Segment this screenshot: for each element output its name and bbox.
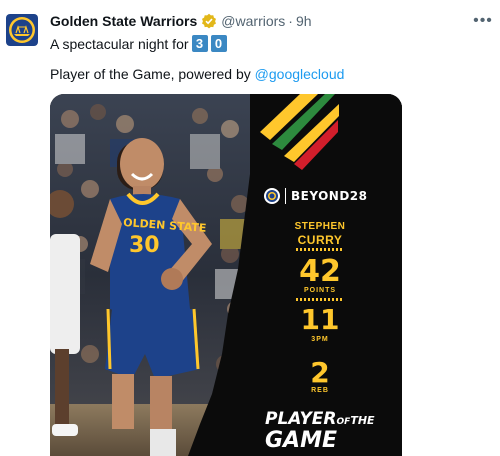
- tweet-text-line1: A spectacular night for 3 0: [50, 35, 227, 52]
- verified-badge-icon: [201, 13, 217, 29]
- potg-of: OF: [336, 417, 351, 427]
- brand-divider: [285, 188, 286, 204]
- potg-title-line2: GAME: [265, 428, 338, 453]
- more-options-icon[interactable]: •••: [473, 12, 492, 30]
- threes-label: 3PM: [311, 336, 329, 343]
- rebounds-label: REB: [311, 387, 329, 394]
- divider-dots: [296, 298, 344, 301]
- avatar[interactable]: [6, 14, 38, 46]
- tweet-media[interactable]: OLDEN STATE 30 BEYOND28 STEPHEN CURRY 42…: [50, 94, 402, 456]
- player-last-name: CURRY: [297, 233, 343, 247]
- warriors-small-logo-icon: [264, 188, 280, 204]
- potg-title-line1: PLAYEROFTHE: [265, 409, 375, 429]
- tweet-header: Golden State Warriors @warriors · 9h: [50, 13, 312, 29]
- tweet[interactable]: Golden State Warriors @warriors · 9h •••…: [0, 0, 500, 456]
- points-label: POINTS: [303, 287, 337, 294]
- rebounds-value: 2: [310, 356, 330, 389]
- potg-player: PLAYER: [265, 409, 337, 429]
- handle[interactable]: @warriors: [221, 13, 285, 29]
- warriors-logo-icon: [9, 17, 35, 43]
- threes-value: 11: [300, 303, 340, 336]
- brand-text: BEYOND28: [291, 189, 368, 203]
- tweet-text-line2: Player of the Game, powered by @googlecl…: [50, 66, 344, 82]
- keycap-digit-3: 3: [191, 35, 208, 52]
- potg-the: THE: [350, 414, 375, 427]
- brand-lockup: BEYOND28: [264, 188, 368, 204]
- timestamp[interactable]: 9h: [296, 13, 312, 29]
- divider-dots: [296, 248, 344, 251]
- separator: ·: [288, 13, 293, 29]
- tweet-text-powered-by: Player of the Game, powered by: [50, 66, 255, 82]
- points-value: 42: [299, 254, 341, 289]
- player-first-name: STEPHEN: [294, 221, 346, 232]
- mention-link[interactable]: @googlecloud: [255, 66, 345, 82]
- display-name[interactable]: Golden State Warriors: [50, 13, 197, 29]
- tweet-text: A spectacular night for: [50, 35, 189, 52]
- keycap-digit-0: 0: [210, 35, 227, 52]
